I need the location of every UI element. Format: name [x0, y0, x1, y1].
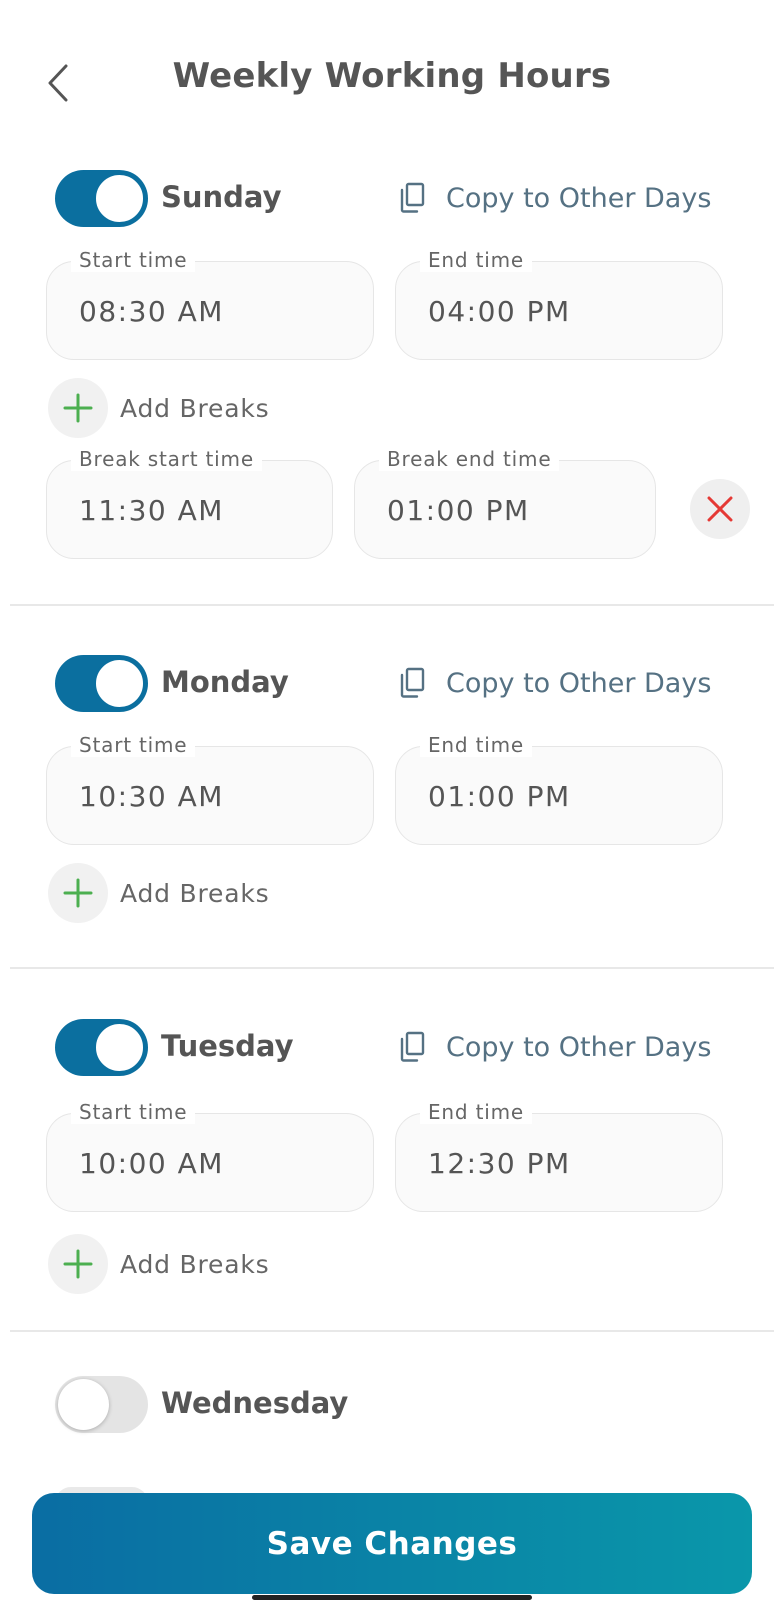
plus-circle [48, 863, 108, 923]
toggle-knob [94, 1022, 145, 1073]
add-breaks-button[interactable]: Add Breaks [48, 863, 269, 923]
copy-label: Copy to Other Days [446, 667, 712, 699]
plus-icon [63, 878, 93, 908]
plus-circle [48, 378, 108, 438]
field-value: 01:00 PM [428, 780, 571, 813]
field-label: Start time [71, 733, 196, 757]
day-toggle-wednesday[interactable] [55, 1376, 148, 1433]
field-value: 11:30 AM [79, 494, 224, 527]
section-divider [10, 967, 774, 969]
page-title: Weekly Working Hours [172, 56, 612, 96]
start-time-field[interactable]: Start time 10:00 AM [46, 1100, 374, 1212]
end-time-field[interactable]: End time 01:00 PM [395, 733, 723, 845]
field-value: 10:00 AM [79, 1147, 224, 1180]
day-section-tuesday: Tuesday Copy to Other Days Start time 10… [0, 1019, 784, 1299]
field-label: End time [420, 248, 532, 272]
copy-icon [400, 1031, 425, 1062]
field-label: Break end time [379, 447, 560, 471]
break-end-time-field[interactable]: Break end time 01:00 PM [354, 447, 656, 559]
plus-icon [63, 1249, 93, 1279]
day-name: Sunday [161, 180, 282, 214]
copy-to-other-days-button[interactable]: Copy to Other Days [398, 663, 711, 703]
copy-label: Copy to Other Days [446, 1031, 712, 1063]
day-section-sunday: Sunday Copy to Other Days Start time 08:… [0, 170, 784, 570]
copy-icon [400, 182, 425, 213]
end-time-field[interactable]: End time 12:30 PM [395, 1100, 723, 1212]
field-label: Start time [71, 1100, 196, 1124]
copy-label: Copy to Other Days [446, 182, 712, 214]
field-label: Break start time [71, 447, 262, 471]
add-breaks-button[interactable]: Add Breaks [48, 1234, 269, 1294]
day-name: Tuesday [161, 1029, 294, 1063]
day-toggle-monday[interactable] [55, 655, 148, 712]
remove-break-button[interactable] [690, 479, 750, 539]
copy-icon [400, 667, 425, 698]
field-value: 04:00 PM [428, 295, 571, 328]
section-divider [10, 604, 774, 606]
save-changes-button[interactable]: Save Changes [32, 1493, 752, 1594]
copy-to-other-days-button[interactable]: Copy to Other Days [398, 1027, 711, 1067]
day-header: Monday Copy to Other Days [0, 655, 784, 715]
field-label: End time [420, 733, 532, 757]
start-time-field[interactable]: Start time 10:30 AM [46, 733, 374, 845]
toggle-knob [58, 1379, 109, 1430]
field-value: 01:00 PM [387, 494, 530, 527]
section-divider [10, 1330, 774, 1332]
copy-to-other-days-button[interactable]: Copy to Other Days [398, 178, 711, 218]
day-header: Wednesday [0, 1376, 784, 1436]
field-label: End time [420, 1100, 532, 1124]
add-breaks-label: Add Breaks [120, 878, 270, 908]
field-value: 08:30 AM [79, 295, 224, 328]
day-section-monday: Monday Copy to Other Days Start time 10:… [0, 655, 784, 935]
close-icon [707, 496, 733, 522]
end-time-field[interactable]: End time 04:00 PM [395, 248, 723, 360]
start-time-field[interactable]: Start time 08:30 AM [46, 248, 374, 360]
day-header: Tuesday Copy to Other Days [0, 1019, 784, 1079]
add-breaks-label: Add Breaks [120, 393, 270, 423]
field-value: 12:30 PM [428, 1147, 571, 1180]
toggle-knob [94, 658, 145, 709]
field-label: Start time [71, 248, 196, 272]
header: Weekly Working Hours [0, 0, 784, 160]
break-start-time-field[interactable]: Break start time 11:30 AM [46, 447, 333, 559]
day-name: Monday [161, 665, 289, 699]
home-indicator [252, 1595, 532, 1600]
day-toggle-sunday[interactable] [55, 170, 148, 227]
day-header: Sunday Copy to Other Days [0, 170, 784, 230]
plus-icon [63, 393, 93, 423]
day-name: Wednesday [161, 1386, 349, 1420]
add-breaks-label: Add Breaks [120, 1249, 270, 1279]
plus-circle [48, 1234, 108, 1294]
toggle-knob [94, 173, 145, 224]
day-section-wednesday: Wednesday [0, 1376, 784, 1436]
day-toggle-tuesday[interactable] [55, 1019, 148, 1076]
field-value: 10:30 AM [79, 780, 224, 813]
add-breaks-button[interactable]: Add Breaks [48, 378, 269, 438]
